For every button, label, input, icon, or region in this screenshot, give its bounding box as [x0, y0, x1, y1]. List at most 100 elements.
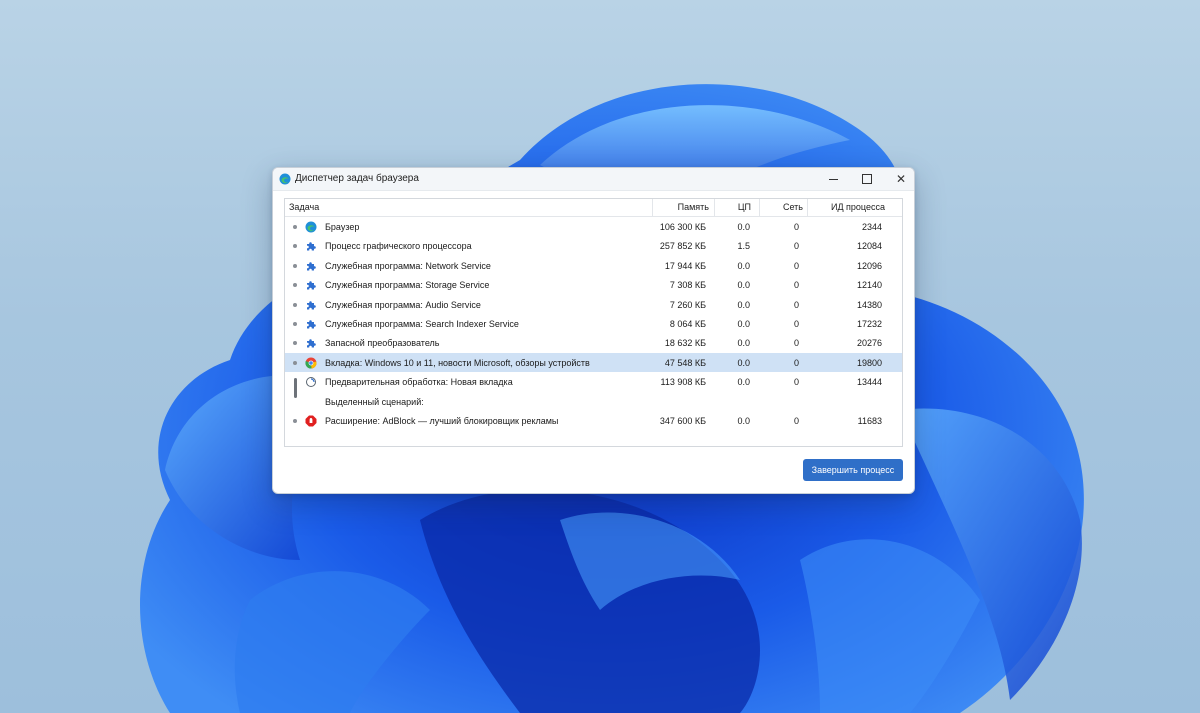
row-cpu: 0.0 — [737, 260, 750, 271]
table-row[interactable]: Предварительная обработка: Новая вкладка… — [285, 372, 902, 399]
row-cpu: 0.0 — [737, 377, 750, 388]
row-bullet — [293, 341, 297, 346]
row-network: 0 — [793, 318, 799, 329]
table-row[interactable]: Процесс графического процессора 257 852 К… — [285, 236, 902, 255]
table-header: Задача Память ЦП Сеть ИД процесса — [285, 199, 902, 217]
row-network: 0 — [793, 357, 799, 368]
row-memory: 47 548 КБ — [664, 357, 706, 368]
row-task-name: Расширение: AdBlock — лучший блокировщик… — [325, 415, 559, 426]
title-bar[interactable]: Диспетчер задач браузера ✕ — [273, 168, 914, 191]
row-cpu: 0.0 — [737, 338, 750, 349]
row-cpu: 0.0 — [737, 318, 750, 329]
row-bullet — [293, 263, 297, 268]
edge-icon — [305, 221, 317, 233]
column-header-memory[interactable]: Память — [652, 199, 712, 216]
table-row[interactable]: Служебная программа: Network Service 17 9… — [285, 256, 902, 275]
table-row[interactable]: Вкладка: Windows 10 и 11, новости Micros… — [285, 352, 902, 373]
row-cpu: 0.0 — [737, 280, 750, 291]
close-icon: ✕ — [895, 172, 907, 186]
column-header-network[interactable]: Сеть — [759, 199, 807, 216]
row-pid: 17232 — [856, 318, 882, 329]
adblock-icon — [305, 415, 317, 427]
chrome-icon — [305, 357, 317, 369]
puzzle-icon — [305, 279, 317, 291]
table-row[interactable]: Служебная программа: Storage Service 7 30… — [285, 275, 902, 294]
puzzle-icon — [305, 260, 317, 272]
row-memory: 17 944 КБ — [664, 260, 706, 271]
row-bullet — [293, 418, 297, 423]
table-row[interactable]: Служебная программа: Search Indexer Serv… — [285, 314, 902, 333]
row-pid: 12096 — [856, 260, 882, 271]
loading-icon — [305, 376, 317, 388]
row-task-name: Браузер — [325, 222, 360, 232]
row-pid: 11683 — [857, 415, 882, 426]
maximize-icon — [862, 174, 872, 184]
column-header-cpu[interactable]: ЦП — [714, 199, 759, 216]
row-task-name: Служебная программа: Audio Service — [325, 299, 481, 310]
row-cpu: 1.5 — [737, 241, 750, 252]
minimize-icon — [828, 178, 838, 180]
edge-icon — [279, 173, 291, 185]
row-pid: 13444 — [856, 377, 882, 388]
row-cpu: 0.0 — [737, 415, 750, 426]
row-network: 0 — [793, 415, 799, 426]
row-pid: 20276 — [856, 338, 882, 349]
row-bullet — [293, 283, 297, 288]
column-header-pid[interactable]: ИД процесса — [807, 199, 902, 216]
row-pid: 12140 — [856, 280, 882, 291]
end-process-button[interactable]: Завершить процесс — [803, 459, 903, 481]
puzzle-icon — [305, 299, 317, 311]
window-title: Диспетчер задач браузера — [295, 173, 419, 184]
task-manager-window: Диспетчер задач браузера ✕ Задача Память… — [272, 167, 915, 494]
row-memory: 18 632 КБ — [664, 338, 706, 349]
row-bullet — [293, 244, 297, 249]
row-bullet — [293, 321, 297, 326]
table-row[interactable]: Служебная программа: Audio Service 7 260 … — [285, 295, 902, 314]
row-task-name: Запасной преобразователь — [325, 338, 440, 349]
close-button[interactable]: ✕ — [884, 168, 914, 190]
minimize-button[interactable] — [816, 168, 850, 190]
row-network: 0 — [793, 280, 799, 291]
row-network: 0 — [793, 377, 799, 388]
table-row[interactable]: Выделенный сценарий: — [285, 392, 902, 411]
row-memory: 106 300 КБ — [659, 222, 706, 232]
row-network: 0 — [793, 260, 799, 271]
table-row[interactable]: Расширение: AdBlock — лучший блокировщик… — [285, 411, 902, 430]
scrollbar[interactable] — [894, 217, 902, 446]
maximize-button[interactable] — [850, 168, 884, 190]
row-cpu: 0.0 — [737, 357, 750, 368]
row-pid: 2344 — [861, 222, 882, 232]
row-memory: 113 908 КБ — [660, 377, 706, 388]
column-header-task[interactable]: Задача — [289, 199, 319, 216]
table-row[interactable]: Браузер 106 300 КБ 0.0 0 2344 — [285, 217, 902, 236]
table-row[interactable]: Запасной преобразователь 18 632 КБ 0.0 0 202… — [285, 333, 902, 352]
row-network: 0 — [793, 241, 799, 252]
row-bullet — [293, 225, 297, 229]
puzzle-icon — [305, 240, 317, 252]
row-memory: 257 852 КБ — [659, 241, 706, 252]
row-memory: 7 308 КБ — [669, 280, 706, 291]
row-bullet — [293, 302, 297, 307]
row-network: 0 — [793, 299, 799, 310]
puzzle-icon — [305, 318, 317, 330]
row-task-name: Предварительная обработка: Новая вкладка — [325, 377, 513, 388]
row-cpu: 0.0 — [737, 222, 750, 232]
process-table: Задача Память ЦП Сеть ИД процесса Браузе… — [284, 198, 903, 447]
row-cpu: 0.0 — [737, 299, 750, 310]
row-network: 0 — [793, 222, 799, 232]
row-task-name: Процесс графического процессора — [325, 241, 472, 252]
puzzle-icon — [305, 337, 317, 349]
row-memory: 8 064 КБ — [669, 318, 706, 329]
row-pid: 12084 — [856, 241, 882, 252]
row-memory: 7 260 КБ — [669, 299, 706, 310]
row-network: 0 — [793, 338, 799, 349]
row-task-name: Служебная программа: Search Indexer Serv… — [325, 318, 519, 329]
row-memory: 347 600 КБ — [659, 415, 706, 426]
row-task-name: Вкладка: Windows 10 и 11, новости Micros… — [325, 357, 590, 368]
row-bullet — [293, 360, 297, 365]
table-body: Браузер 106 300 КБ 0.0 0 2344 Процесс графиче… — [285, 217, 902, 430]
row-pid: 19800 — [856, 357, 882, 368]
row-task-name: Выделенный сценарий: — [325, 396, 424, 407]
row-task-name: Служебная программа: Storage Service — [325, 280, 490, 291]
row-task-name: Служебная программа: Network Service — [325, 260, 491, 271]
